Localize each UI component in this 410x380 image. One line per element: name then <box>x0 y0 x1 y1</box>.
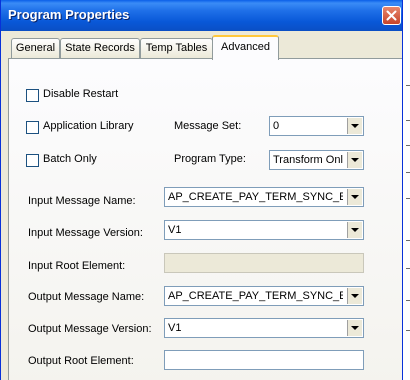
close-icon <box>386 10 397 21</box>
chevron-down-icon <box>351 294 359 298</box>
output-message-version-value: V1 <box>168 322 182 334</box>
input-message-name-value: AP_CREATE_PAY_TERM_SYNC_EI <box>168 191 343 203</box>
chevron-down-icon <box>351 124 359 128</box>
input-message-name-dropdown-button[interactable] <box>347 189 362 205</box>
tab-general[interactable]: General <box>11 38 60 58</box>
tab-temp-tables[interactable]: Temp Tables <box>140 38 213 58</box>
message-set-select[interactable]: 0 <box>269 116 364 136</box>
program-type-dropdown-button[interactable] <box>347 152 362 168</box>
output-message-name-value: AP_CREATE_PAY_TERM_SYNC_EI <box>168 290 343 302</box>
program-properties-dialog: Program Properties General State Records… <box>0 0 403 380</box>
message-set-dropdown-button[interactable] <box>347 118 362 134</box>
output-message-version-select[interactable]: V1 <box>164 318 364 338</box>
batch-only-label: Batch Only <box>43 153 97 165</box>
input-message-name-select[interactable]: AP_CREATE_PAY_TERM_SYNC_EI <box>164 187 364 207</box>
application-library-checkbox[interactable] <box>26 121 39 134</box>
output-message-version-label: Output Message Version: <box>28 323 152 335</box>
tab-state-records[interactable]: State Records <box>60 38 140 58</box>
disable-restart-label: Disable Restart <box>43 88 119 100</box>
chevron-down-icon <box>351 158 359 162</box>
tab-advanced[interactable]: Advanced <box>212 35 279 60</box>
output-root-element-label: Output Root Element: <box>28 355 134 367</box>
program-type-label: Program Type: <box>174 153 246 165</box>
batch-only-checkbox[interactable] <box>26 154 39 167</box>
input-root-element-field <box>164 253 364 273</box>
output-root-element-input[interactable] <box>164 350 364 370</box>
chevron-down-icon <box>351 195 359 199</box>
message-set-value: 0 <box>273 120 280 132</box>
tab-strip: General State Records Temp Tables Advanc… <box>1 35 402 60</box>
program-type-value: Transform Only <box>273 154 343 166</box>
input-message-version-select[interactable]: V1 <box>164 220 364 240</box>
close-button[interactable] <box>382 6 401 25</box>
input-message-name-label: Input Message Name: <box>28 195 136 207</box>
message-set-label: Message Set: <box>174 120 242 132</box>
chevron-down-icon <box>351 228 359 232</box>
output-message-name-select[interactable]: AP_CREATE_PAY_TERM_SYNC_EI <box>164 286 364 306</box>
advanced-tab-panel: Disable Restart Application Library Mess… <box>8 58 402 380</box>
input-message-version-dropdown-button[interactable] <box>347 222 362 238</box>
output-message-name-dropdown-button[interactable] <box>347 288 362 304</box>
title-bar[interactable]: Program Properties <box>1 0 402 31</box>
dialog-title: Program Properties <box>8 7 130 22</box>
output-message-name-label: Output Message Name: <box>28 291 145 303</box>
program-type-select[interactable]: Transform Only <box>269 150 364 170</box>
background-window-edge <box>403 0 410 380</box>
input-message-version-value: V1 <box>168 224 182 236</box>
chevron-down-icon <box>351 326 359 330</box>
output-message-version-dropdown-button[interactable] <box>347 320 362 336</box>
disable-restart-checkbox[interactable] <box>26 89 39 102</box>
application-library-label: Application Library <box>43 120 134 132</box>
input-root-element-label: Input Root Element: <box>28 260 126 272</box>
input-message-version-label: Input Message Version: <box>28 227 143 239</box>
